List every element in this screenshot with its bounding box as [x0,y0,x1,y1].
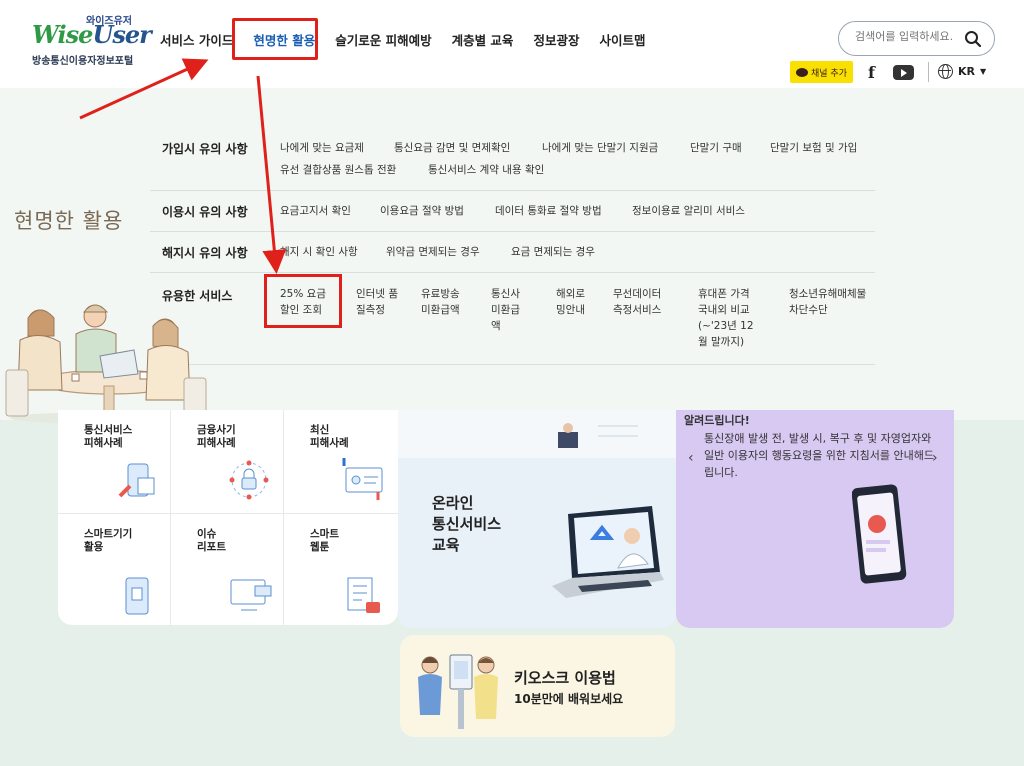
nav-service-guide[interactable]: 서비스 가이드 [160,30,233,49]
youtube-icon[interactable] [893,65,914,80]
menu-link[interactable]: 위약금 면제되는 경우 [386,244,480,260]
site-header: 와이즈유저 WiseUser 방송통신이용자정보포털 서비스 가이드 현명한 활… [0,0,1024,88]
menu-link[interactable]: 휴대폰 가격 국내외 비교 (~'23년 12월 말까지) [698,286,762,350]
quick-item-smart-device[interactable]: 스마트기기 활용 [58,514,170,619]
quick-item-issue-report[interactable]: 이슈 리포트 [171,514,283,619]
logo-subtitle: 방송통신이용자정보포털 [32,56,134,67]
smartphone-icon [125,577,149,615]
kakao-icon [796,67,808,77]
menu-link[interactable]: 해지 시 확인 사항 [280,244,358,260]
kiosk-illustration [418,654,498,729]
language-label: KR [958,65,975,78]
nav-education[interactable]: 계층별 교육 [452,30,514,49]
classroom-illustration [558,423,638,448]
menu-link[interactable]: 청소년유해매체물 차단수단 [789,286,871,318]
next-arrow-icon[interactable]: › [932,450,938,466]
quick-item-finance-fraud[interactable]: 금융사기 피해사례 [171,410,283,515]
menu-link[interactable]: 통신서비스 계약 내용 확인 [428,162,544,178]
menu-link[interactable]: 단말기 구매 [690,140,742,156]
menu-row-label: 가입시 유의 사항 [162,142,248,156]
site-logo[interactable]: 와이즈유저 WiseUser 방송통신이용자정보포털 [30,12,152,68]
search-box [838,21,995,56]
lock-network-icon [229,460,269,500]
phone-cursor-icon [118,463,155,498]
kiosk-title: 키오스크 이용법 [514,669,616,687]
guidebook-description: 통신장애 발생 전, 발생 시, 복구 후 및 자영업자와 일반 이용자의 행동… [704,432,935,479]
quick-item-label: 이슈 리포트 [197,528,226,553]
search-input[interactable] [855,30,965,43]
nav-info-plaza[interactable]: 정보광장 [533,30,579,49]
menu-link[interactable]: 데이터 통화료 절약 방법 [495,203,602,219]
phone-alert-illustration [852,484,907,584]
kiosk-subtitle: 10분만에 배워보세요 [514,692,624,706]
quick-item-smart-webtoon[interactable]: 스마트 웹툰 [284,514,396,619]
menu-link[interactable]: 해외로 밍안내 [556,286,594,318]
menu-link[interactable]: 유선 결합상품 원스톱 전환 [280,162,396,178]
menu-link[interactable]: 나에게 맞는 요금제 [280,140,364,156]
menu-link[interactable]: 정보이용료 알리미 서비스 [632,203,745,219]
logo-wordmark: WiseUser [32,20,152,49]
facebook-icon[interactable]: f [868,63,875,82]
menu-link[interactable]: 무선데이터 측정서비스 [613,286,673,318]
online-education-card[interactable]: 온라인 통신서비스 교육 [398,410,676,628]
menu-link[interactable]: 인터넷 품질측정 [356,286,398,318]
globe-icon [938,64,953,79]
people-table-illustration [5,304,210,424]
menu-link[interactable]: 단말기 보험 및 가입 [770,140,857,156]
online-education-title: 온라인 통신서비스 교육 [432,494,502,554]
prev-arrow-icon[interactable]: ‹ [688,450,694,466]
quick-item-telecom-damage[interactable]: 통신서비스 피해사례 [58,410,170,515]
menu-link[interactable]: 요금 면제되는 경우 [511,244,595,260]
menu-row-label: 해지시 유의 사항 [162,246,248,260]
quick-item-latest-damage[interactable]: 최신 피해사례 [284,410,396,515]
quick-item-label: 스마트기기 활용 [84,528,133,553]
menu-link[interactable]: 통신사 미환급액 [491,286,527,334]
quick-item-label: 최신 피해사례 [310,424,349,449]
monitor-icon [230,579,272,611]
menu-row-label: 이용시 유의 사항 [162,205,248,219]
guidebook-card[interactable]: 알려드립니다! 통신장애 발생 전, 발생 시, 복구 후 및 자영업자와 일반… [676,410,954,628]
id-card-icon [342,458,383,500]
menu-link[interactable]: 요금고지서 확인 [280,203,351,219]
highlight-box-nav [232,18,318,60]
quick-item-label: 스마트 웹툰 [310,528,339,553]
quick-item-label: 통신서비스 피해사례 [84,424,133,449]
guidebook-title-partial: 알려드립니다! [684,414,750,427]
search-icon[interactable] [964,30,982,48]
kakao-channel-button[interactable]: 채널 추가 [790,61,853,83]
chevron-down-icon: ▼ [980,67,987,76]
menu-link[interactable]: 통신요금 감면 및 면제확인 [394,140,510,156]
language-select[interactable]: KR ▼ [938,64,986,79]
menu-row-signup: 가입시 유의 사항 [150,127,875,191]
checklist-icon [347,577,380,613]
laptop-illustration [552,506,664,598]
divider [928,62,929,82]
nav-sitemap[interactable]: 사이트맵 [599,30,645,49]
mega-menu-title: 현명한 활용 [14,209,124,233]
quick-item-label: 금융사기 피해사례 [197,424,236,449]
menu-link[interactable]: 나에게 맞는 단말기 지원금 [542,140,658,156]
kiosk-guide-card[interactable]: 키오스크 이용법 10분만에 배워보세요 [400,635,675,737]
kakao-label: 채널 추가 [811,68,847,79]
menu-link[interactable]: 유료방송 미환급액 [421,286,471,318]
nav-damage-prevention[interactable]: 슬기로운 피해예방 [335,30,431,49]
quick-menu-grid: 통신서비스 피해사례 금융사기 피해사례 최신 피해사례 스마트기기 활용 이슈… [58,410,398,625]
menu-link[interactable]: 이용요금 절약 방법 [380,203,464,219]
highlight-box-25-discount [264,274,342,328]
